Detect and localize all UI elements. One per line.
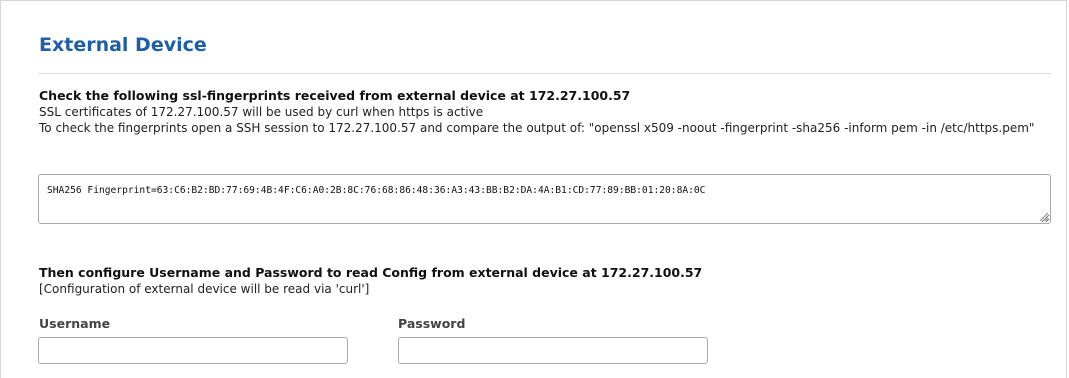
page-title: External Device bbox=[39, 34, 207, 56]
settings-panel: External Device Check the following ssl-… bbox=[0, 0, 1067, 378]
username-label: Username bbox=[39, 316, 111, 331]
username-input[interactable] bbox=[38, 337, 348, 364]
password-label: Password bbox=[398, 316, 466, 331]
ssl-check-instructions: To check the fingerprints open a SSH ses… bbox=[39, 121, 1035, 135]
ssl-section-heading: Check the following ssl-fingerprints rec… bbox=[39, 88, 631, 103]
resize-grip-icon[interactable] bbox=[1040, 213, 1048, 221]
fingerprint-text: SHA256 Fingerprint=63:C6:B2:BD:77:69:4B:… bbox=[47, 185, 706, 196]
title-divider bbox=[38, 73, 1051, 74]
ssl-info-text: SSL certificates of 172.27.100.57 will b… bbox=[39, 105, 484, 119]
password-input[interactable] bbox=[398, 337, 708, 364]
credentials-section-heading: Then configure Username and Password to … bbox=[39, 265, 703, 280]
credentials-note: [Configuration of external device will b… bbox=[39, 282, 370, 296]
fingerprint-textarea[interactable]: SHA256 Fingerprint=63:C6:B2:BD:77:69:4B:… bbox=[38, 174, 1051, 224]
